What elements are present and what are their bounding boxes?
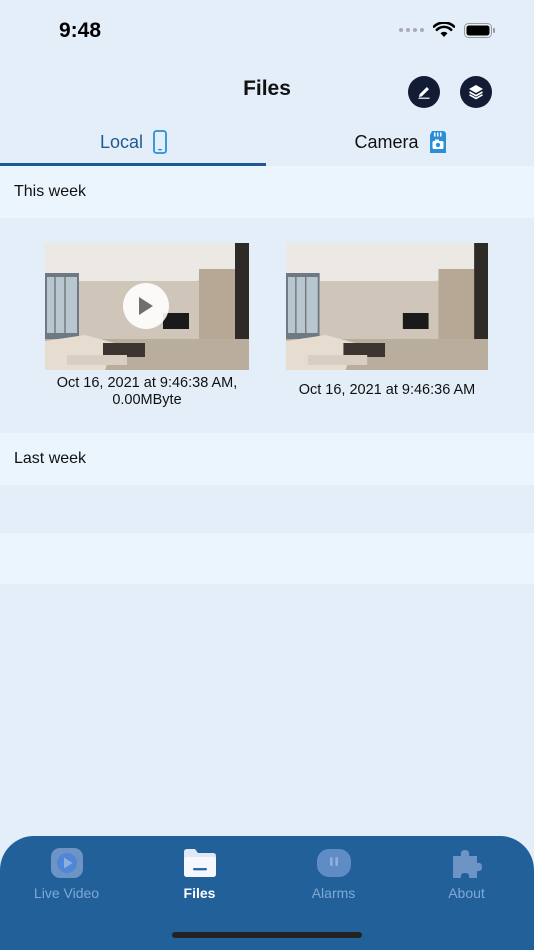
tab-files[interactable]: Files xyxy=(133,846,266,901)
layers-icon xyxy=(469,85,483,100)
list-item xyxy=(0,485,534,533)
folder-icon xyxy=(183,849,216,877)
play-icon xyxy=(50,848,83,878)
status-bar: 9:48 xyxy=(0,0,534,62)
layers-button[interactable] xyxy=(460,76,492,108)
tab-local[interactable]: Local xyxy=(0,118,267,166)
video-thumbnail[interactable] xyxy=(45,243,249,370)
alarm-icon xyxy=(316,849,351,877)
nav-header: Files xyxy=(0,62,534,118)
cellular-signal-icon xyxy=(399,28,424,32)
tab-alarms[interactable]: Alarms xyxy=(267,846,400,901)
pencil-icon xyxy=(418,87,430,99)
media-caption: Oct 16, 2021 at 9:46:38 AM, 0.00MByte xyxy=(56,375,238,408)
tab-local-label: Local xyxy=(99,131,144,152)
section-header: This week xyxy=(0,166,534,218)
living-room-image xyxy=(286,243,488,370)
home-indicator xyxy=(172,932,362,938)
page-title: Files xyxy=(243,77,291,100)
section-header: Last week xyxy=(0,433,534,485)
edit-button[interactable] xyxy=(408,76,440,108)
source-tabs: Local Camera xyxy=(0,118,534,166)
phone-icon xyxy=(153,130,167,154)
tab-live-video[interactable]: Live Video xyxy=(0,846,133,901)
puzzle-icon xyxy=(452,850,482,878)
wifi-icon xyxy=(433,22,455,37)
status-time: 9:48 xyxy=(59,19,102,42)
media-caption: Oct 16, 2021 at 9:46:36 AM xyxy=(298,382,476,398)
media-item-video[interactable]: Oct 16, 2021 at 9:46:38 AM, 0.00MByte xyxy=(45,243,249,409)
tab-about[interactable]: About xyxy=(400,846,533,901)
tab-about-label: About xyxy=(448,885,485,901)
battery-icon xyxy=(464,22,495,38)
photo-thumbnail[interactable] xyxy=(286,243,488,370)
tab-live-video-label: Live Video xyxy=(33,885,100,901)
list-item xyxy=(0,533,534,584)
play-icon xyxy=(139,297,153,315)
status-icons xyxy=(399,22,496,38)
media-grid: Oct 16, 2021 at 9:46:38 AM, 0.00MByte Oc… xyxy=(0,218,534,433)
media-item-photo[interactable]: Oct 16, 2021 at 9:46:36 AM xyxy=(286,243,488,399)
tab-alarms-label: Alarms xyxy=(311,885,356,901)
tab-files-label: Files xyxy=(183,885,216,901)
tab-camera[interactable]: Camera xyxy=(267,118,534,166)
sd-card-camera-icon xyxy=(429,131,446,153)
play-button[interactable] xyxy=(123,283,169,329)
tab-camera-label: Camera xyxy=(354,131,419,152)
